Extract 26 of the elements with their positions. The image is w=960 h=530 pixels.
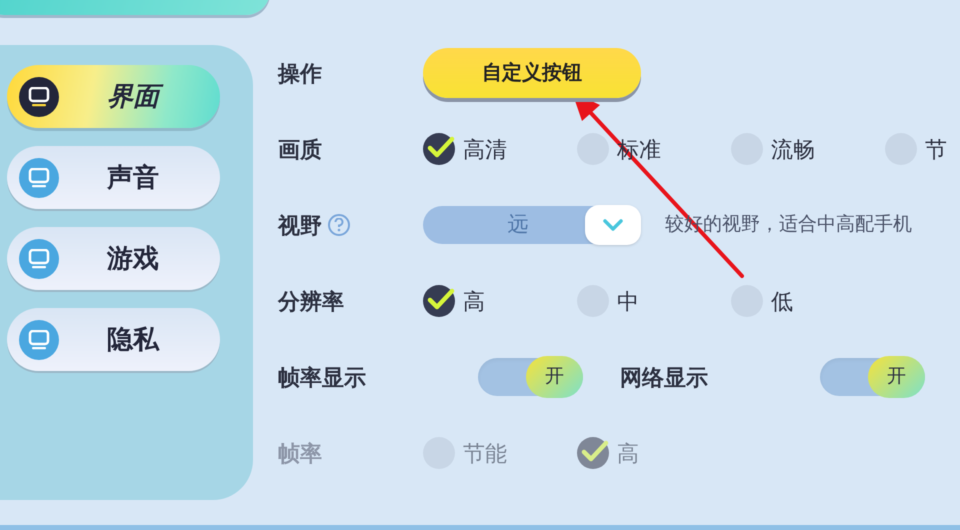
setting-label: 分辨率 <box>278 288 345 316</box>
help-icon[interactable] <box>328 214 350 236</box>
radio-option[interactable]: 低 <box>731 284 885 318</box>
radio-option[interactable]: 高 <box>423 284 577 318</box>
toggle-switch[interactable]: 开 <box>820 358 925 396</box>
custom-button[interactable]: 自定义按钮 <box>423 48 641 98</box>
sidebar-tab[interactable]: 声音 <box>7 146 220 209</box>
setting-label: 操作 <box>278 60 323 88</box>
monitor-icon <box>19 238 59 278</box>
sidebar-tab[interactable]: 游戏 <box>7 227 220 290</box>
radio-option[interactable]: 中 <box>577 284 731 318</box>
radio-option[interactable]: 高清 <box>423 132 577 166</box>
setting-label: 网络显示 <box>620 364 709 392</box>
sidebar-tab[interactable]: 隐私 <box>7 308 220 371</box>
radio-option[interactable]: 节 <box>885 132 960 166</box>
monitor-icon <box>19 320 59 360</box>
setting-label: 画质 <box>278 136 323 164</box>
monitor-icon <box>19 158 59 198</box>
toggle-switch[interactable]: 开 <box>478 358 583 396</box>
setting-label: 帧率显示 <box>278 364 367 392</box>
setting-label: 视野 <box>278 212 322 240</box>
radio-option[interactable]: 流畅 <box>731 132 885 166</box>
setting-label: 帧率 <box>278 440 323 468</box>
monitor-icon <box>19 76 59 116</box>
sidebar-tab[interactable]: 界面 <box>7 65 220 128</box>
chevron-icon <box>585 205 641 245</box>
